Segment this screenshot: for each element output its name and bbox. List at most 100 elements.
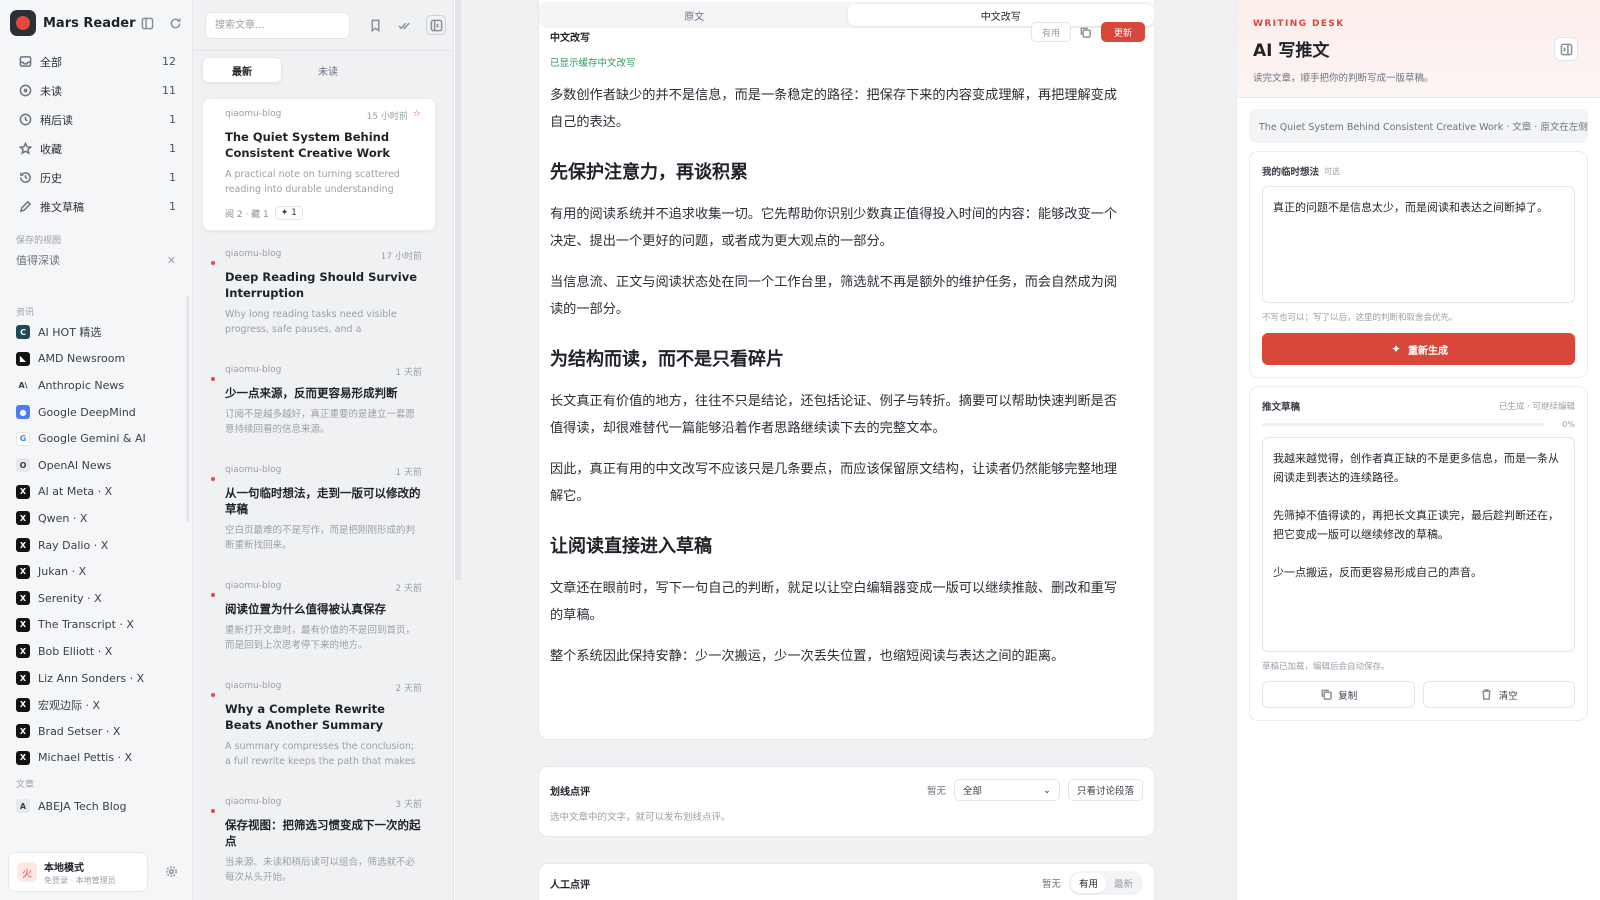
list-scrollbar[interactable] [455,0,461,580]
clock-icon [18,113,32,127]
feed-logo-icon: X [16,538,30,553]
article-card[interactable]: qiaomu-blog 2 天前 阅读位置为什么值得被认真保存 重新打开文章时，最有价… [202,571,436,663]
copy-draft-button[interactable]: 复制 [1262,681,1415,708]
article-card[interactable]: qiaomu-blog 17 小时前 Deep Reading Should Sur… [202,239,436,347]
card-time: 2 天前 [395,684,422,694]
draft-textarea[interactable] [1262,437,1575,652]
account-card[interactable]: 火 本地模式 免登录 · 本地管理员 [8,852,148,892]
card-title: 阅读位置为什么值得被认真保存 [225,602,386,616]
card-stats: 阅 2 · 藏 1 ✦ 1 [225,206,421,220]
panel-toggle-button[interactable] [426,15,446,35]
layout-toggle-icon[interactable] [140,16,154,30]
card-title: 少一点来源，反而更容易形成判断 [225,386,398,400]
sidebar: Mars Reader 全部 12 未读 11 稍后读 1 收藏 1 历史 1 推文草稿 1 保存的视… [0,0,193,900]
card-time: 15 小时前 [366,112,408,122]
feed-item[interactable]: G Google Gemini & AI [0,425,192,452]
feed-label: 宏观边际 · X [38,698,101,712]
update-button[interactable]: 更新 [1100,22,1145,42]
card-source: qiaomu-blog [225,365,282,375]
list-tab[interactable]: 未读 [288,57,368,83]
sidebar-item[interactable]: 推文草稿 1 [0,192,192,221]
feeds-label: 资讯 [16,307,35,318]
sidebar-item[interactable]: 历史 1 [0,163,192,192]
collapse-desk-button[interactable] [1554,37,1578,61]
unread-dot [211,377,215,381]
thought-textarea[interactable] [1262,186,1575,303]
card-source: qiaomu-blog [225,681,282,691]
sidebar-item[interactable]: 未读 11 [0,76,192,105]
feed-logo-icon: G [16,431,30,446]
search-input[interactable] [205,11,350,39]
article-card[interactable]: qiaomu-blog 1 天前 从一句临时想法，走到一版可以修改的草稿 空白页最难的… [202,455,436,563]
copy-icon[interactable] [1079,25,1093,39]
sidebar-item[interactable]: 稍后读 1 [0,105,192,134]
app-logo [10,10,36,36]
draft-progress-bar [1262,423,1545,426]
feed-item[interactable]: X Serenity · X [0,585,192,612]
regenerate-button[interactable]: ✦ 重新生成 [1262,333,1575,365]
feed-item[interactable]: X Bob Elliott · X [0,638,192,665]
saved-view-item[interactable]: 值得深读 ✕ [0,247,192,273]
sidebar-item-label: 未读 [40,84,62,98]
card-meta: qiaomu-blog 1 天前 [225,365,422,378]
feed-label: Serenity · X [38,591,102,605]
article-feed-list: A ABEJA Tech Blog [0,793,192,820]
gear-icon[interactable] [164,864,178,878]
close-icon[interactable]: ✕ [167,254,176,267]
feed-item[interactable]: X AI at Meta · X [0,479,192,506]
card-time: 2 天前 [395,584,422,594]
article-feeds-label: 文章 [16,779,35,790]
feed-item[interactable]: C AI HOT 精选 [0,319,192,346]
feed-item[interactable]: X Jukan · X [0,558,192,585]
app-name: Mars Reader [43,15,136,31]
feed-label: AI HOT 精选 [38,326,102,340]
feed-item[interactable]: ● Google DeepMind [0,399,192,426]
sidebar-item[interactable]: 收藏 1 [0,134,192,163]
card-meta: qiaomu-blog 2 天前 [225,681,422,694]
sidebar-item[interactable]: 全部 12 [0,47,192,76]
reader-tab[interactable]: 原文 [541,4,848,26]
feed-label: Brad Setser · X [38,724,121,738]
feed-item[interactable]: A ABEJA Tech Blog [0,793,192,820]
sidebar-item-label: 全部 [40,55,62,69]
card-source: qiaomu-blog [225,249,282,259]
card-meta: qiaomu-blog 3 天前 [225,797,422,810]
comments-sort-option[interactable]: 最新 [1106,873,1141,893]
feed-item[interactable]: X Qwen · X [0,505,192,532]
feed-item[interactable]: X Liz Ann Sonders · X [0,665,192,692]
article-card[interactable]: qiaomu-blog 15 小时前 ☆ The Quiet System Behin… [202,98,436,231]
draft-progress-label: 0% [1562,420,1575,429]
clear-draft-button[interactable]: 清空 [1422,681,1575,708]
feed-item[interactable]: ◣ AMD Newsroom [0,346,192,373]
feed-label: OpenAI News [38,458,112,472]
useful-button[interactable]: 有用 [1030,22,1071,42]
draft-chip[interactable]: ✦ 1 [274,206,303,220]
article-card[interactable]: qiaomu-blog 1 天前 少一点来源，反而更容易形成判断 订阅不是越多越好，真… [202,355,436,447]
feed-item[interactable]: O OpenAI News [0,452,192,479]
feed-label: Ray Dalio · X [38,538,109,552]
sidebar-item-count: 1 [169,142,176,155]
feed-item[interactable]: X Ray Dalio · X [0,532,192,559]
sidebar-scrollbar[interactable] [186,296,189,522]
feed-item[interactable]: X 宏观边际 · X [0,691,192,718]
feed-item[interactable]: X Michael Pettis · X [0,745,192,772]
article-context-bar: The Quiet System Behind Consistent Creat… [1249,109,1588,143]
draft-label: 推文草稿 [1262,402,1301,413]
feed-label: Google DeepMind [38,405,136,419]
comments-sort-option[interactable]: 有用 [1070,873,1106,893]
refresh-icon[interactable] [168,16,182,30]
only-discussed-button[interactable]: 只看讨论段落 [1067,779,1143,801]
bookmark-icon[interactable] [368,18,382,32]
feed-item[interactable]: X The Transcript · X [0,612,192,639]
article-card[interactable]: qiaomu-blog 3 天前 保存视图：把筛选习惯变成下一次的起点 当来源、未读和… [202,787,436,895]
feed-item[interactable]: A\ Anthropic News [0,372,192,399]
list-tab[interactable]: 最新 [202,57,282,83]
card-description: 重新打开文章时，最有价值的不是回到首页，而是回到上次思考停下来的地方。 [225,625,416,651]
feed-item[interactable]: X Brad Setser · X [0,718,192,745]
star-icon[interactable]: ☆ [413,109,421,122]
article-card[interactable]: qiaomu-blog 2 天前 Why a Complete Rewrite Be… [202,671,436,779]
panel-collapse-icon [1559,42,1573,56]
mark-all-read-icon[interactable] [397,18,411,32]
highlights-filter-select[interactable]: 全部 ⌄ [953,779,1060,801]
feed-label: Jukan · X [38,565,87,579]
